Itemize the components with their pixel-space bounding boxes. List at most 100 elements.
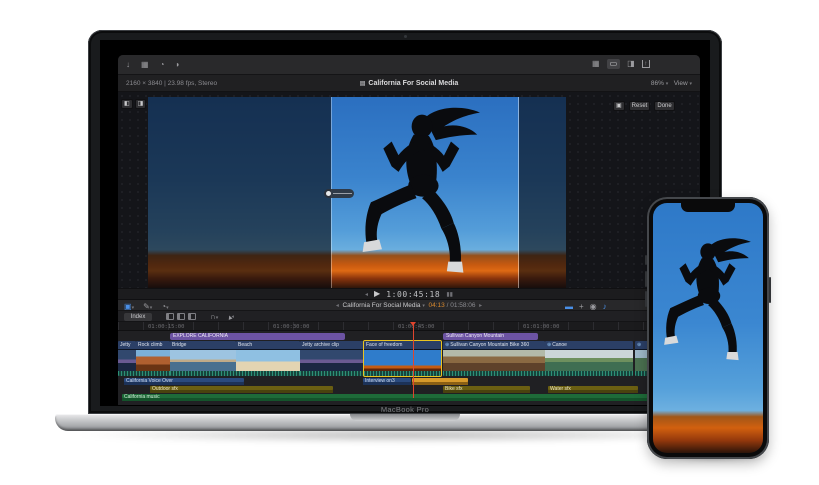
clip-thumbnail [545, 350, 633, 371]
compare-right-icon[interactable]: ◨ [135, 99, 147, 109]
volume-up-button [645, 271, 647, 287]
crop-controls: ▣ Reset Done [613, 101, 675, 111]
volume-down-button [645, 291, 647, 307]
app-toolbar: ↓ ▦ ◔ ◗ ▦ ▭ ◨ ↑ [118, 55, 700, 75]
lid-groove [350, 414, 460, 421]
clip-audio-waveform [236, 371, 300, 376]
video-dimmed-right [519, 97, 566, 288]
clip-audio-waveform [136, 371, 170, 376]
viewer-zoom-controls: 86% ▾ View ▾ [651, 80, 692, 87]
ruler-label: 01:00:15:00 [148, 324, 184, 330]
import-media-icon[interactable]: ↓ [126, 60, 130, 70]
timeline-clip[interactable]: Rock climb [136, 341, 170, 376]
iphone [647, 197, 769, 459]
webcam-dot [404, 35, 407, 38]
slider-knob[interactable] [326, 191, 331, 196]
zoom-caret-icon: ▾ [666, 81, 669, 87]
timeline-ruler[interactable]: 01:00:15:00 01:00:30:00 01:00:45:00 01:0… [118, 322, 700, 331]
globe-360-icon: ⊕ [547, 342, 551, 348]
timeline-clip[interactable]: Bridge [170, 341, 236, 376]
skip-back-icon[interactable]: ◂ [365, 291, 368, 298]
ruler-label: 01:01:00:00 [523, 324, 559, 330]
timeline-clip[interactable]: ⊕Canoe [545, 341, 633, 376]
clip-thumbnail [136, 350, 170, 371]
view-caret-icon: ▾ [689, 81, 692, 87]
power-button [769, 277, 771, 303]
playhead[interactable] [413, 322, 414, 398]
effects-browser-icon[interactable]: ◗ [175, 60, 180, 70]
timeline-clip-selected[interactable]: Face of freedom [364, 341, 441, 376]
loop-icon[interactable]: ▮▮ [446, 291, 453, 298]
music-clip[interactable]: California music [122, 394, 696, 401]
inspector-toggle-icon[interactable]: ◨ [627, 59, 635, 69]
timeline-toggle-icon[interactable]: ▭ [607, 59, 621, 69]
done-button[interactable]: Done [654, 101, 674, 111]
audio-clip[interactable]: Bike sfx [443, 386, 530, 393]
browser-toggle-icon[interactable]: ▦ [592, 59, 600, 69]
clip-audio-waveform [170, 371, 236, 376]
timeline-clip[interactable]: ⊕Sullivan Canyon Mountain Bike 360 [443, 341, 545, 376]
clip-thumbnail [364, 350, 441, 371]
final-cut-pro-window: ↓ ▦ ◔ ◗ ▦ ▭ ◨ ↑ 2160 × 3840 | 23.98 fps,… [118, 55, 700, 405]
clip-thumbnail [443, 350, 545, 371]
slider-track [333, 193, 352, 194]
keyword-range[interactable]: Sullivan Canyon Mountain [443, 333, 538, 340]
video-dimmed-left [148, 97, 331, 288]
crop-position-slider[interactable] [324, 189, 354, 198]
viewer-info-bar: 2160 × 3840 | 23.98 fps, Stereo ▤Califor… [118, 75, 700, 92]
background-tasks-icon[interactable]: ◔ [160, 60, 165, 70]
trim-buttons [166, 313, 196, 320]
clip-audio-waveform [545, 371, 633, 376]
total-duration: / 01:58:06 [447, 302, 476, 309]
viewer-overlay-buttons: ◧ ◨ [121, 99, 146, 109]
macbook-screen: ↓ ▦ ◔ ◗ ▦ ▭ ◨ ↑ 2160 × 3840 | 23.98 fps,… [100, 40, 710, 406]
zoom-level-dropdown[interactable]: 86% [651, 80, 664, 87]
audio-clip[interactable]: California Voice Over [124, 378, 244, 385]
transport-bar: ◂ ▶ 1:00:45:18 ▮▮ [118, 288, 700, 300]
marketing-scene: ↓ ▦ ◔ ◗ ▦ ▭ ◨ ↑ 2160 × 3840 | 23.98 fps,… [0, 0, 819, 485]
mute-switch [645, 255, 647, 265]
video-frame [148, 97, 566, 288]
next-project-icon[interactable]: ▸ [479, 303, 482, 309]
ruler-label: 01:00:45:00 [398, 324, 434, 330]
globe-360-icon: ⊕ [445, 342, 449, 348]
trim-selection-icon[interactable] [177, 313, 185, 320]
compare-left-icon[interactable]: ◧ [121, 99, 133, 109]
ruler-label: 01:00:30:00 [273, 324, 309, 330]
audio-clip[interactable]: Water sfx [548, 386, 638, 393]
macbook-lid: ↓ ▦ ◔ ◗ ▦ ▭ ◨ ↑ 2160 × 3840 | 23.98 fps,… [88, 30, 722, 414]
timeline-tools-row: Index ∩▾ ▴▾ [118, 311, 700, 322]
index-button[interactable]: Index [124, 313, 152, 321]
clip-audio-waveform [364, 371, 441, 376]
viewer-pane: ◧ ◨ ▣ Reset Done [118, 92, 700, 288]
share-icon[interactable]: ↑ [642, 60, 650, 68]
iphone-screen [653, 203, 763, 453]
keyword-range[interactable]: EXPLORE CALIFORNIA [170, 333, 345, 340]
timeline-header: ▣▾ ✎▾ ◔▾ ◂ California For Social Media ▾… [118, 300, 700, 311]
audio-clip[interactable]: Outdoor sfx [150, 386, 333, 393]
clip-thumbnail [170, 350, 236, 371]
timeline-nav: ◂ California For Social Media ▾ 04:13 / … [118, 302, 700, 309]
timeline-project-name[interactable]: California For Social Media [342, 302, 420, 309]
timeline-clip[interactable]: Beach [236, 341, 300, 376]
audio-clip-highlighted[interactable] [412, 378, 468, 385]
timeline-clip[interactable]: Jetty [118, 341, 136, 376]
crop-mode-icon[interactable]: ▣ [613, 101, 625, 111]
clip-thumbnail [236, 350, 300, 371]
clip-thumbnail [300, 350, 364, 371]
trim-end-icon[interactable] [188, 313, 196, 320]
prev-project-icon[interactable]: ◂ [336, 303, 339, 309]
jumping-woman-silhouette [657, 235, 759, 369]
audio-clip[interactable]: Interview on3 [363, 378, 411, 385]
iphone-notch [681, 203, 735, 212]
project-caret-icon: ▾ [422, 303, 425, 309]
reset-button[interactable]: Reset [629, 101, 651, 111]
play-icon[interactable]: ▶ [374, 289, 380, 299]
view-dropdown[interactable]: View [674, 80, 688, 87]
timeline-clip[interactable]: Jetty archive clip [300, 341, 364, 376]
globe-360-icon: ⊕ [637, 342, 641, 348]
keyword-editor-icon[interactable]: ▦ [141, 60, 149, 70]
elapsed-time: 04:13 [428, 302, 444, 309]
trim-start-icon[interactable] [166, 313, 174, 320]
playhead-timecode: 1:00:45:18 [386, 290, 440, 299]
